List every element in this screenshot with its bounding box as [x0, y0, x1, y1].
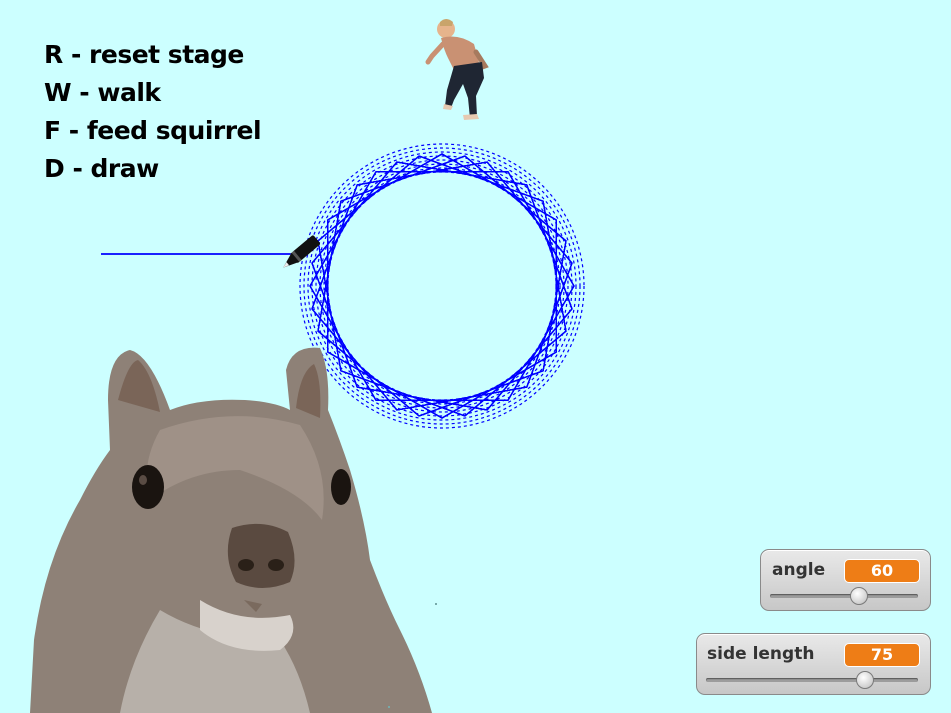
pen-stroke: [317, 155, 567, 417]
side-length-slider-track[interactable]: [706, 678, 918, 682]
instruction-feed-squirrel: F - feed squirrel: [44, 116, 262, 145]
pen-stroke: [317, 155, 567, 417]
angle-value: 60: [844, 559, 920, 583]
pen-stroke: [299, 143, 585, 429]
pen-stroke: [311, 161, 573, 411]
pen-stroke: [319, 163, 565, 409]
pen-stroke: [311, 161, 573, 411]
angle-label: angle: [772, 560, 826, 580]
pen-stroke: [311, 161, 573, 411]
pen-stroke: [307, 151, 577, 421]
angle-slider-watcher[interactable]: angle 60: [760, 549, 931, 611]
pen-stroke: [311, 161, 573, 411]
pen-stroke: [317, 155, 567, 417]
pen-stroke: [317, 155, 567, 417]
pen-stroke: [317, 155, 567, 417]
angle-slider-knob[interactable]: [849, 587, 868, 605]
instruction-reset-stage: R - reset stage: [44, 40, 244, 69]
side-length-label: side length: [707, 644, 815, 664]
pen-stroke: [311, 161, 573, 411]
pen-stroke: [317, 155, 567, 417]
pen-stroke: [323, 167, 561, 405]
pen-stroke: [311, 161, 573, 411]
pen-stroke: [311, 155, 573, 417]
pen-stroke: [311, 161, 573, 411]
pen-stroke: [317, 155, 567, 417]
angle-slider-track[interactable]: [770, 594, 918, 598]
side-length-slider-watcher[interactable]: side length 75: [696, 633, 931, 695]
pen-stroke: [315, 159, 569, 413]
pen-stroke: [311, 161, 573, 411]
pen-drawing: [299, 143, 585, 429]
instruction-walk: W - walk: [44, 78, 161, 107]
side-length-value: 75: [844, 643, 920, 667]
instruction-draw: D - draw: [44, 154, 159, 183]
pen-stroke: [327, 171, 557, 401]
pen-stroke: [311, 161, 573, 411]
pen-stroke: [317, 155, 567, 417]
pen-stroke: [317, 155, 567, 417]
pen-stroke: [311, 161, 573, 411]
walking-man-sprite[interactable]: [425, 19, 489, 120]
pen-stroke: [311, 161, 573, 411]
instruction-list: R - reset stage W - walk F - feed squirr…: [44, 36, 262, 188]
pen-stroke: [317, 155, 567, 417]
side-length-slider-knob[interactable]: [856, 671, 874, 689]
pen-stroke: [317, 155, 567, 417]
pen-stroke: [317, 155, 567, 417]
pen-stroke: [311, 161, 573, 411]
pen-stroke: [303, 147, 581, 425]
squirrel-sprite[interactable]: [30, 347, 432, 713]
